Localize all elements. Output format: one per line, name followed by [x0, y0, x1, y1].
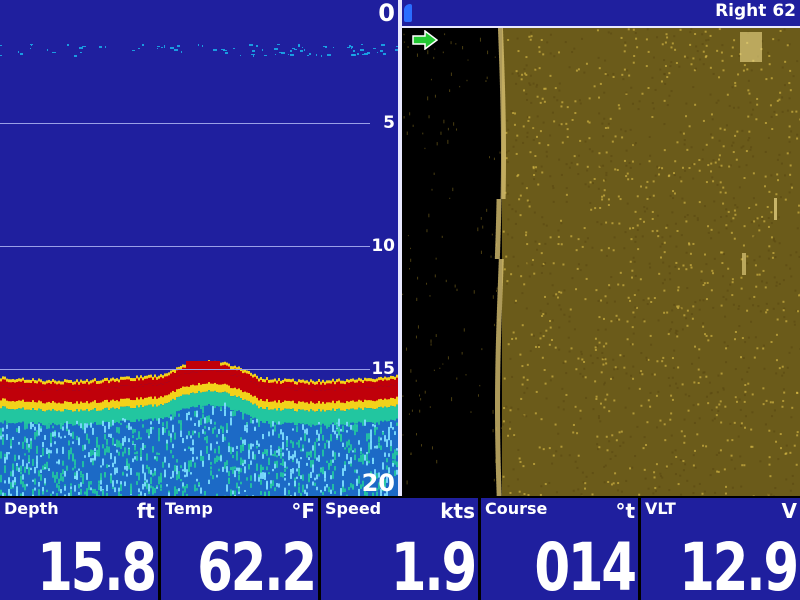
forward-arrow-icon[interactable]	[412, 30, 438, 50]
side-imaging-title: Right 62	[715, 1, 796, 21]
sonar-returns	[0, 44, 398, 496]
depth-label-5: 5	[383, 113, 395, 133]
fishfinder-screen: 0 5 10 15 20 Right 62 Depth ft 15.8 Temp…	[0, 0, 800, 600]
depth-label-10: 10	[371, 236, 395, 256]
side-imaging-pane: Right 62	[402, 0, 800, 496]
voltage-readout-label: VLT	[645, 499, 676, 518]
depth-gridline-5	[0, 123, 370, 124]
speed-readout[interactable]: Speed kts 1.9	[321, 498, 478, 600]
temp-readout-value: 62.2	[197, 529, 317, 600]
depth-label-20: 20	[361, 469, 395, 496]
boat-marker-icon	[404, 4, 412, 22]
temp-readout-label: Temp	[165, 499, 213, 518]
course-readout-label: Course	[485, 499, 548, 518]
sonar-pane: 0 5 10 15 20	[0, 0, 398, 496]
voltage-readout-value: 12.9	[679, 529, 799, 600]
voltage-readout-unit: V	[781, 499, 797, 523]
side-imaging-returns	[402, 28, 800, 496]
depth-label-15: 15	[371, 359, 395, 379]
course-readout-value: 014	[534, 529, 638, 600]
temp-readout[interactable]: Temp °F 62.2	[161, 498, 318, 600]
course-readout[interactable]: Course °t 014	[481, 498, 638, 600]
depth-readout[interactable]: Depth ft 15.8	[0, 498, 158, 600]
depth-readout-label: Depth	[4, 499, 59, 518]
depth-readout-value: 15.8	[37, 529, 157, 600]
depth-readout-unit: ft	[136, 499, 155, 523]
side-imaging-header: Right 62	[402, 0, 800, 28]
data-bar: Depth ft 15.8 Temp °F 62.2 Speed kts 1.9…	[0, 496, 800, 600]
depth-gridline-10	[0, 246, 370, 247]
speed-readout-value: 1.9	[390, 529, 478, 600]
depth-gridline-15	[0, 369, 370, 370]
speed-readout-unit: kts	[440, 499, 475, 523]
temp-readout-unit: °F	[291, 499, 315, 523]
voltage-readout[interactable]: VLT V 12.9	[641, 498, 800, 600]
speed-readout-label: Speed	[325, 499, 382, 518]
course-readout-unit: °t	[615, 499, 635, 523]
depth-label-0: 0	[378, 0, 395, 27]
